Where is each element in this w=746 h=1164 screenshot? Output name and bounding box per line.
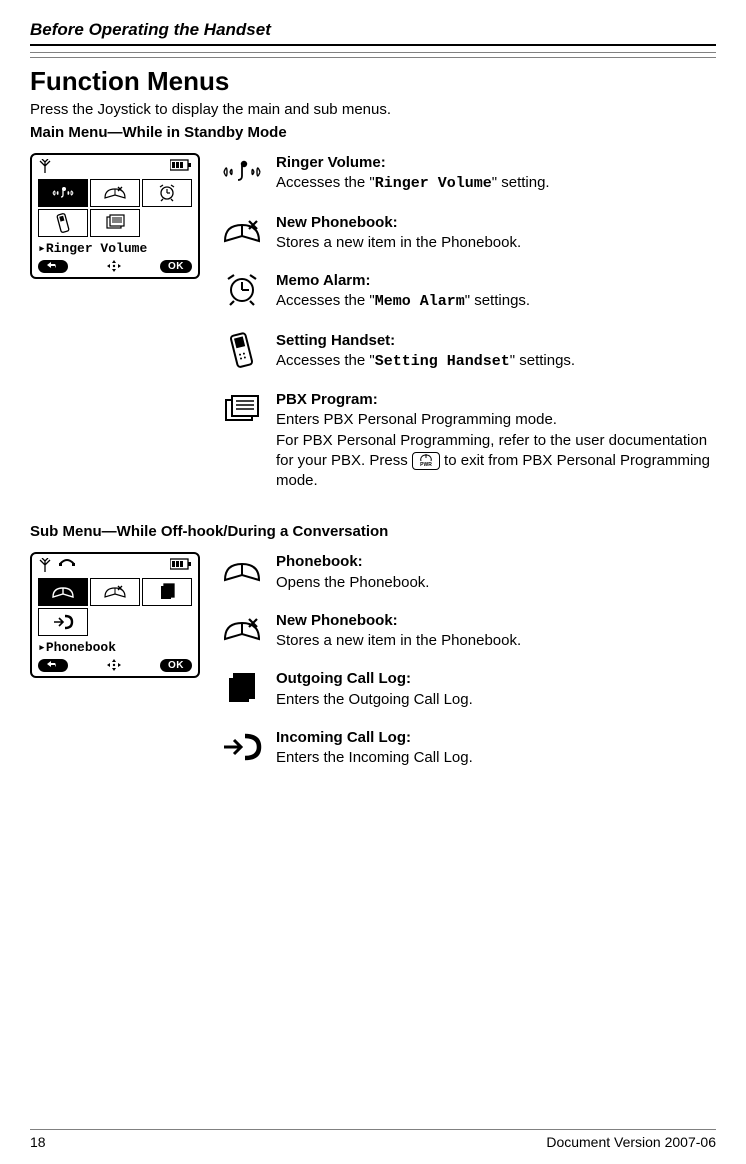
sub-menu-block: ▸Phonebook OK Phoneboo [30, 552, 716, 786]
grid-handset-icon [38, 209, 88, 237]
grid-incoming-log-icon [38, 608, 88, 636]
item-label: Phonebook: [276, 553, 363, 570]
nav-diamond-icon [105, 658, 123, 672]
list-item: Setting Handset: Accesses the "Setting H… [220, 331, 716, 373]
document-version: Document Version 2007-06 [546, 1134, 716, 1150]
running-header: Before Operating the Handset [30, 20, 716, 40]
item-label: Memo Alarm: [276, 272, 370, 289]
ringer-volume-icon [220, 153, 264, 191]
nav-diamond-icon [105, 259, 123, 273]
page-title: Function Menus [30, 66, 716, 97]
main-menu-block: ▸Ringer Volume OK Ring [30, 153, 716, 509]
grid-clock-icon [142, 179, 192, 207]
grid-phonebook-new-icon [90, 578, 140, 606]
incoming-call-log-icon [220, 728, 264, 766]
intro-text: Press the Joystick to display the main a… [30, 101, 716, 118]
sub-menu-heading: Sub Menu—While Off-hook/During a Convers… [30, 523, 716, 540]
memo-alarm-icon [220, 271, 264, 309]
phonebook-icon [220, 552, 264, 590]
svg-text:PWR: PWR [420, 462, 432, 467]
grid-pbx-icon [90, 209, 140, 237]
item-label: Ringer Volume: [276, 154, 386, 171]
list-item: Ringer Volume: Accesses the "Ringer Volu… [220, 153, 716, 195]
grid-phonebook-icon [38, 578, 88, 606]
item-label: New Phonebook: [276, 214, 398, 231]
handset-screen-main: ▸Ringer Volume OK [30, 153, 200, 279]
handset-screen-sub: ▸Phonebook OK [30, 552, 200, 678]
pbx-program-icon [220, 390, 264, 428]
list-item: New Phonebook: Stores a new item in the … [220, 611, 716, 652]
new-phonebook-icon [220, 213, 264, 251]
soft-key-back [38, 260, 68, 273]
item-label: New Phonebook: [276, 612, 398, 629]
soft-key-ok: OK [160, 659, 192, 672]
page-content: Before Operating the Handset Function Me… [0, 0, 746, 786]
grid-ringer-icon [38, 179, 88, 207]
power-button-icon: PWR [412, 452, 440, 470]
item-label: PBX Program: [276, 391, 378, 408]
offhook-icon [58, 558, 76, 574]
setting-handset-icon [220, 331, 264, 369]
list-item: Memo Alarm: Accesses the "Memo Alarm" se… [220, 271, 716, 313]
list-item: PBX Program: Enters PBX Personal Program… [220, 390, 716, 491]
battery-icon [170, 159, 192, 175]
outgoing-call-log-icon [220, 669, 264, 707]
grid-outgoing-log-icon [142, 578, 192, 606]
battery-icon [170, 558, 192, 574]
list-item: Phonebook: Opens the Phonebook. [220, 552, 716, 593]
item-label: Outgoing Call Log: [276, 670, 411, 687]
new-phonebook-icon [220, 611, 264, 649]
page-number: 18 [30, 1134, 46, 1150]
list-item: Incoming Call Log: Enters the Incoming C… [220, 728, 716, 769]
page-footer: 18 Document Version 2007-06 [30, 1129, 716, 1150]
list-item: Outgoing Call Log: Enters the Outgoing C… [220, 669, 716, 710]
item-label: Setting Handset: [276, 332, 395, 349]
soft-key-back [38, 659, 68, 672]
grid-phonebook-new-icon [90, 179, 140, 207]
list-item: New Phonebook: Stores a new item in the … [220, 213, 716, 254]
item-label: Incoming Call Log: [276, 729, 411, 746]
main-menu-heading: Main Menu—While in Standby Mode [30, 124, 716, 141]
antenna-icon [38, 558, 52, 574]
screen-selected-label: ▸Ringer Volume [38, 239, 192, 257]
antenna-icon [38, 159, 52, 175]
screen-selected-label: ▸Phonebook [38, 638, 192, 656]
soft-key-ok: OK [160, 260, 192, 273]
